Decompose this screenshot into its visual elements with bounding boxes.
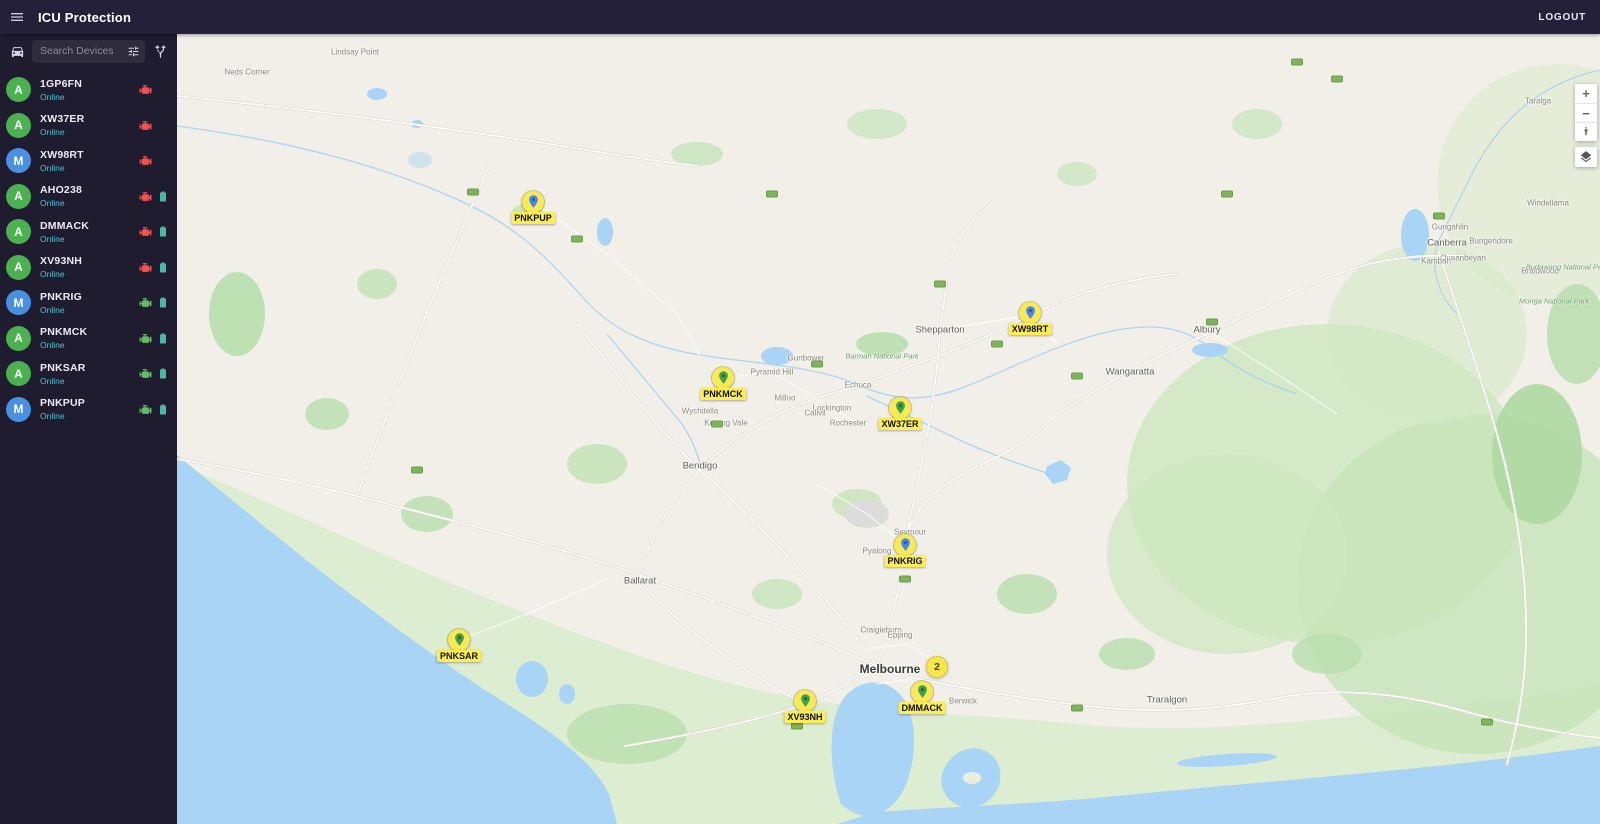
battery-status-icon — [157, 296, 169, 309]
device-status: Online — [40, 163, 84, 173]
device-status: Online — [40, 411, 85, 421]
marker-label: PNKRIG — [884, 555, 925, 567]
marker-pin-icon — [894, 534, 916, 556]
marker-pin-icon — [712, 367, 734, 389]
device-name: PNKRIG — [40, 291, 82, 303]
menu-icon[interactable] — [0, 0, 34, 34]
marker-label: XW98RT — [1009, 323, 1052, 335]
marker-cluster[interactable]: 2 — [926, 656, 948, 678]
pegman-street-view-icon[interactable] — [1575, 122, 1597, 141]
marker-label: PNKMCK — [700, 388, 746, 400]
device-avatar: M — [6, 148, 31, 173]
alt-route-icon[interactable] — [149, 40, 171, 62]
device-status: Online — [40, 376, 86, 386]
device-list-item[interactable]: M PNKRIG Online — [0, 285, 177, 321]
device-status: Online — [40, 234, 89, 244]
battery-status-icon — [157, 225, 169, 238]
battery-status-icon — [157, 190, 169, 203]
marker-label: XV93NH — [784, 711, 825, 723]
device-status: Online — [40, 127, 84, 137]
page-title: ICU Protection — [38, 10, 131, 25]
engine-status-icon — [139, 403, 152, 416]
device-avatar: A — [6, 361, 31, 386]
device-name: PNKSAR — [40, 362, 86, 374]
battery-status-icon — [157, 403, 169, 416]
battery-status-icon — [157, 367, 169, 380]
engine-status-icon — [139, 367, 152, 380]
marker-label: PNKSAR — [437, 650, 481, 662]
marker-label: DMMACK — [899, 702, 946, 714]
engine-status-icon — [139, 190, 152, 203]
engine-status-icon — [139, 225, 152, 238]
device-name: XW37ER — [40, 113, 84, 125]
car-icon[interactable] — [6, 40, 28, 62]
engine-status-icon — [139, 119, 152, 132]
device-list-item[interactable]: A PNKSAR Online — [0, 356, 177, 392]
device-avatar: A — [6, 113, 31, 138]
engine-status-icon — [139, 261, 152, 274]
device-list-item[interactable]: A DMMACK Online — [0, 214, 177, 250]
device-avatar: M — [6, 290, 31, 315]
logout-button[interactable]: LOGOUT — [1538, 12, 1586, 23]
device-avatar: A — [6, 77, 31, 102]
marker-pin-icon — [794, 690, 816, 712]
engine-status-icon — [139, 296, 152, 309]
marker-pin-icon — [1019, 302, 1041, 324]
filter-tune-icon[interactable] — [124, 42, 143, 61]
device-name: AHO238 — [40, 184, 82, 196]
device-avatar: A — [6, 255, 31, 280]
device-avatar: A — [6, 326, 31, 351]
device-list: A 1GP6FN Online A XW37ER Online M XW98RT… — [0, 72, 177, 427]
device-avatar: A — [6, 219, 31, 244]
battery-status-icon — [157, 332, 169, 345]
marker-pin-icon — [448, 629, 470, 651]
search-toolbar — [0, 34, 177, 68]
device-name: PNKMCK — [40, 326, 87, 338]
engine-status-icon — [139, 83, 152, 96]
device-status: Online — [40, 198, 82, 208]
marker-label: PNKPUP — [511, 212, 555, 224]
layers-icon[interactable] — [1575, 147, 1597, 167]
device-status: Online — [40, 92, 82, 102]
marker-pin-icon — [522, 191, 544, 213]
device-status: Online — [40, 340, 87, 350]
device-name: DMMACK — [40, 220, 89, 232]
device-avatar: M — [6, 397, 31, 422]
device-name: XW98RT — [40, 149, 84, 161]
device-name: XV93NH — [40, 255, 82, 267]
device-list-item[interactable]: A XV93NH Online — [0, 250, 177, 286]
top-app-bar: ICU Protection LOGOUT — [0, 0, 1600, 34]
device-sidebar: A 1GP6FN Online A XW37ER Online M XW98RT… — [0, 34, 177, 824]
engine-status-icon — [139, 332, 152, 345]
map-controls: + − — [1575, 84, 1597, 167]
device-avatar: A — [6, 184, 31, 209]
device-name: PNKPUP — [40, 397, 85, 409]
zoom-in-button[interactable]: + — [1575, 84, 1597, 103]
marker-pin-icon — [911, 681, 933, 703]
device-list-item[interactable]: A XW37ER Online — [0, 108, 177, 144]
zoom-out-button[interactable]: − — [1575, 103, 1597, 122]
device-list-item[interactable]: M PNKPUP Online — [0, 392, 177, 428]
device-list-item[interactable]: A 1GP6FN Online — [0, 72, 177, 108]
engine-status-icon — [139, 154, 152, 167]
marker-label: XW37ER — [878, 418, 921, 430]
device-markers-layer: PNKPUP XW98RT PNKMCK XW37ER PNKRIG PNKSAR XV93… — [177, 34, 1600, 824]
device-status: Online — [40, 305, 82, 315]
device-status: Online — [40, 269, 82, 279]
device-list-item[interactable]: A PNKMCK Online — [0, 321, 177, 357]
marker-pin-icon — [889, 397, 911, 419]
device-name: 1GP6FN — [40, 78, 82, 90]
device-list-item[interactable]: A AHO238 Online — [0, 179, 177, 215]
device-list-item[interactable]: M XW98RT Online — [0, 143, 177, 179]
map-canvas[interactable]: MelbourneCanberraBendigoBallaratSheppart… — [177, 34, 1600, 824]
battery-status-icon — [157, 261, 169, 274]
